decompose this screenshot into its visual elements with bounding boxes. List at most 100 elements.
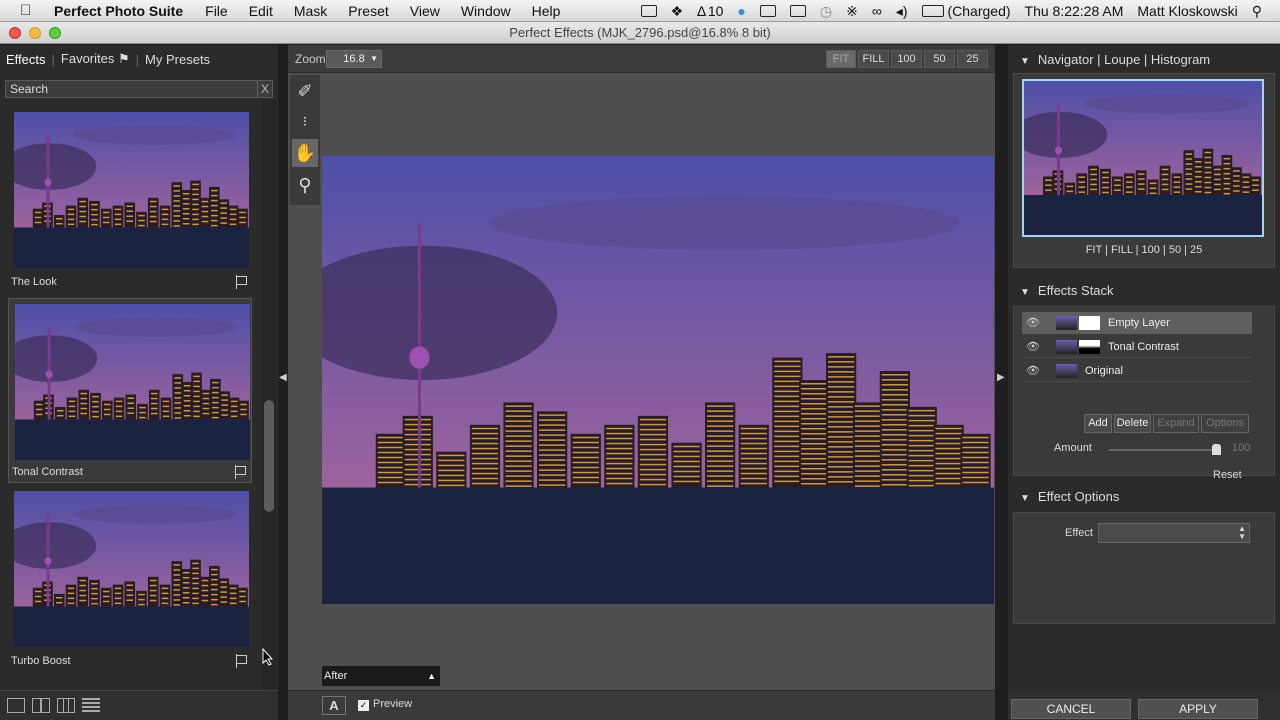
tab-separator: |	[135, 51, 140, 67]
zoom-fill-button[interactable]: FILL	[858, 50, 889, 68]
navigator-tabs[interactable]: Navigator | Loupe | Histogram	[1038, 52, 1210, 67]
action-bar: CANCEL APPLY	[1008, 690, 1280, 720]
preview-label: Preview	[373, 698, 413, 710]
menu-edit[interactable]: Edit	[249, 3, 273, 19]
main-photo[interactable]	[322, 156, 994, 604]
eye-icon[interactable]: 👁	[1026, 360, 1040, 382]
adobe-icon[interactable]: ∆	[697, 3, 706, 19]
display-icon[interactable]	[789, 5, 806, 17]
navigator-zoom-options[interactable]: FIT | FILL | 100 | 50 | 25	[1014, 244, 1274, 256]
preset-item-turbo-boost[interactable]: Turbo Boost	[8, 486, 252, 671]
window-title: Perfect Effects (MJK_2796.psd@16.8% 8 bi…	[509, 25, 771, 40]
volume-icon[interactable]: ◂)	[896, 3, 908, 20]
amount-slider-handle[interactable]	[1212, 444, 1221, 455]
layer-thumbnail	[1056, 316, 1077, 330]
globe-icon[interactable]: ●	[737, 3, 745, 19]
effect-options-header[interactable]: ▼ Effect Options	[1008, 484, 1280, 510]
layer-row[interactable]: 👁 Empty Layer	[1022, 312, 1252, 334]
battery-status: (Charged)	[947, 3, 1011, 19]
add-button[interactable]: Add	[1084, 414, 1112, 433]
amount-slider[interactable]	[1109, 449, 1219, 451]
navigator-thumbnail[interactable]	[1022, 79, 1264, 237]
flag-icon: ⚑	[118, 51, 130, 66]
single-view-icon[interactable]	[7, 698, 25, 713]
layer-row[interactable]: 👁 Original	[1022, 360, 1252, 382]
presets-scrollbar[interactable]	[262, 100, 276, 690]
brush-tool-icon[interactable]: ✐	[292, 77, 318, 105]
spotlight-icon[interactable]: ⚲	[1252, 3, 1262, 20]
reset-button[interactable]: Reset	[1213, 469, 1242, 481]
layer-row[interactable]: 👁 Tonal Contrast	[1022, 336, 1252, 358]
flag-icon[interactable]	[236, 654, 248, 668]
zoom-50-button[interactable]: 50	[924, 50, 955, 68]
zoom-window-icon[interactable]	[49, 27, 61, 39]
zoom-fit-button[interactable]: FIT	[826, 50, 856, 68]
skyline-image	[15, 304, 250, 460]
eye-icon[interactable]: 👁	[1026, 336, 1040, 358]
eye-icon[interactable]: 👁	[1026, 312, 1040, 334]
expand-button[interactable]: Expand	[1153, 414, 1199, 433]
time-machine-icon[interactable]: ◷	[820, 3, 832, 20]
list-view-icon[interactable]	[82, 698, 100, 713]
wifi-icon[interactable]: ∞	[872, 3, 882, 19]
flag-icon[interactable]	[236, 275, 248, 289]
apply-button[interactable]: APPLY	[1138, 699, 1258, 719]
menu-preset[interactable]: Preset	[348, 3, 388, 19]
menu-view[interactable]: View	[410, 3, 440, 19]
menu-file[interactable]: File	[205, 3, 228, 19]
clock[interactable]: Thu 8:22:28 AM	[1025, 3, 1124, 19]
collapse-left-icon[interactable]: ◀	[279, 372, 287, 383]
zoom-tool-icon[interactable]: ⚲	[292, 171, 318, 199]
battery-icon[interactable]	[921, 5, 944, 17]
view-select[interactable]: After ▲	[322, 666, 440, 686]
menu-mask[interactable]: Mask	[294, 3, 327, 19]
app-menu[interactable]: Perfect Photo Suite	[54, 3, 183, 19]
adobe-count: 10	[707, 3, 724, 19]
preset-item-the-look[interactable]: The Look	[8, 107, 252, 292]
grid-view-icon[interactable]	[57, 698, 75, 713]
hand-tool-icon[interactable]: ✋	[292, 139, 318, 167]
before-after-button[interactable]: A	[322, 696, 346, 715]
zoom-select[interactable]: 16.8 ▼	[326, 50, 382, 68]
preset-item-tonal-contrast[interactable]: Tonal Contrast	[8, 298, 252, 483]
effect-select[interactable]: ▲ ▼	[1098, 523, 1250, 543]
camera-icon[interactable]	[640, 5, 657, 17]
skyline-image	[1024, 81, 1262, 235]
preset-label: Turbo Boost	[11, 655, 71, 667]
preset-thumbnail	[15, 304, 250, 460]
collapse-right-icon[interactable]: ▶	[997, 372, 1005, 383]
search-input[interactable]: Search X	[5, 80, 273, 98]
cancel-button[interactable]: CANCEL	[1011, 699, 1131, 719]
options-button[interactable]: Options	[1201, 414, 1249, 433]
menu-help[interactable]: Help	[532, 3, 561, 19]
zoom-25-button[interactable]: 25	[957, 50, 988, 68]
layer-name: Empty Layer	[1108, 317, 1170, 329]
user-name[interactable]: Matt Kloskowski	[1137, 3, 1237, 19]
navigator-header[interactable]: ▼ Navigator | Loupe | Histogram	[1008, 47, 1280, 73]
tab-my-presets[interactable]: My Presets	[145, 52, 210, 67]
disclosure-triangle-icon: ▼	[1020, 56, 1030, 67]
apple-menu-icon[interactable]: 	[20, 2, 38, 19]
dropbox-icon[interactable]: ❖	[671, 3, 684, 20]
split-view-icon[interactable]	[32, 698, 50, 713]
layer-name: Tonal Contrast	[1108, 341, 1179, 353]
bluetooth-icon[interactable]: ※	[846, 3, 858, 20]
preset-label: Tonal Contrast	[12, 466, 83, 478]
tab-effects[interactable]: Effects	[6, 52, 46, 67]
effects-stack-box: 👁 Empty Layer 👁 Tonal Contrast 👁 Origina…	[1013, 306, 1275, 481]
delete-button[interactable]: Delete	[1114, 414, 1151, 433]
menu-window[interactable]: Window	[461, 3, 511, 19]
preview-checkbox[interactable]: ✓ Preview	[358, 698, 412, 711]
tab-favorites[interactable]: Favorites ⚑	[61, 51, 130, 67]
clear-search-button[interactable]: X	[257, 81, 272, 97]
mirror-display-icon[interactable]	[759, 5, 776, 17]
minimize-window-icon[interactable]	[29, 27, 41, 39]
effects-stack-header[interactable]: ▼ Effects Stack	[1008, 278, 1280, 304]
close-window-icon[interactable]	[9, 27, 21, 39]
scrollbar-thumb[interactable]	[264, 400, 274, 512]
zoom-100-button[interactable]: 100	[891, 50, 922, 68]
masking-tool-icon[interactable]: ⁝	[292, 107, 318, 135]
flag-icon[interactable]	[235, 465, 247, 479]
preset-thumbnail	[14, 491, 249, 647]
preview-area: Zoom 16.8 ▼ FIT FILL 100 50 25 ✐ ⁝ ✋ ⚲ A…	[288, 45, 995, 720]
